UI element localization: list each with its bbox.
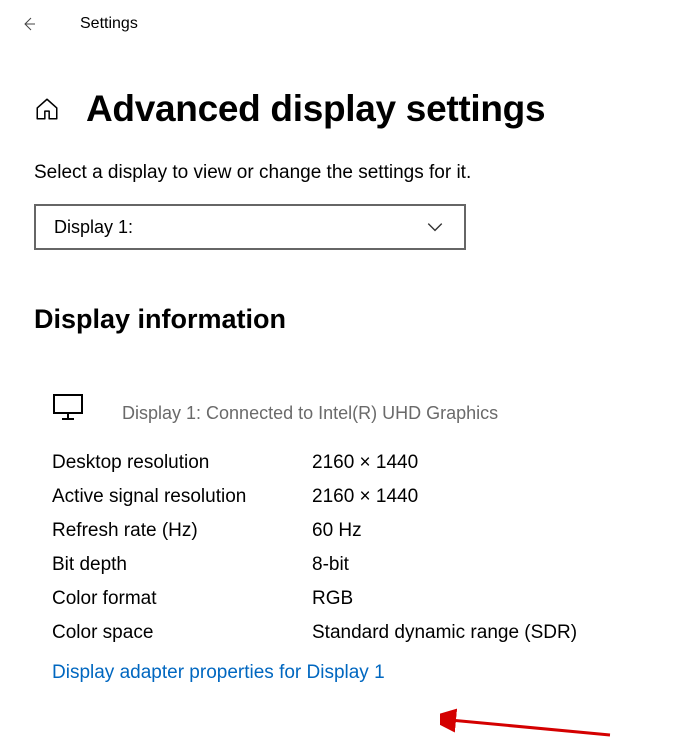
monitor-icon: [52, 391, 84, 423]
display-adapter-properties-link[interactable]: Display adapter properties for Display 1: [52, 662, 385, 683]
back-button[interactable]: [18, 14, 38, 34]
arrow-left-icon: [20, 16, 36, 32]
spec-row-color-space: Color space Standard dynamic range (SDR): [52, 622, 646, 644]
spec-label: Color space: [52, 622, 312, 644]
spec-label: Desktop resolution: [52, 452, 312, 474]
spec-row-active-signal: Active signal resolution 2160 × 1440: [52, 486, 646, 508]
display-connection-text: Display 1: Connected to Intel(R) UHD Gra…: [122, 389, 498, 424]
display-specs: Desktop resolution 2160 × 1440 Active si…: [34, 452, 646, 644]
display-information-heading: Display information: [34, 304, 646, 335]
home-button[interactable]: [34, 96, 60, 122]
spec-value: RGB: [312, 588, 353, 610]
spec-label: Refresh rate (Hz): [52, 520, 312, 542]
spec-value: 60 Hz: [312, 520, 362, 542]
page-title: Advanced display settings: [86, 88, 545, 130]
spec-row-color-format: Color format RGB: [52, 588, 646, 610]
spec-label: Active signal resolution: [52, 486, 312, 508]
home-icon: [34, 96, 60, 122]
spec-value: 8-bit: [312, 554, 349, 576]
spec-label: Bit depth: [52, 554, 312, 576]
chevron-down-icon: [426, 218, 444, 236]
dropdown-selected-label: Display 1:: [54, 217, 133, 238]
select-display-prompt: Select a display to view or change the s…: [34, 162, 646, 184]
spec-value: Standard dynamic range (SDR): [312, 622, 577, 644]
display-selector-dropdown[interactable]: Display 1:: [34, 204, 466, 250]
title-bar: Settings: [0, 0, 680, 48]
app-title: Settings: [80, 15, 138, 33]
spec-value: 2160 × 1440: [312, 452, 418, 474]
spec-value: 2160 × 1440: [312, 486, 418, 508]
spec-row-bit-depth: Bit depth 8-bit: [52, 554, 646, 576]
spec-label: Color format: [52, 588, 312, 610]
display-connection-row: Display 1: Connected to Intel(R) UHD Gra…: [34, 389, 646, 424]
annotation-arrow: [440, 680, 620, 740]
heading-row: Advanced display settings: [34, 88, 646, 130]
spec-row-desktop-resolution: Desktop resolution 2160 × 1440: [52, 452, 646, 474]
spec-row-refresh-rate: Refresh rate (Hz) 60 Hz: [52, 520, 646, 542]
